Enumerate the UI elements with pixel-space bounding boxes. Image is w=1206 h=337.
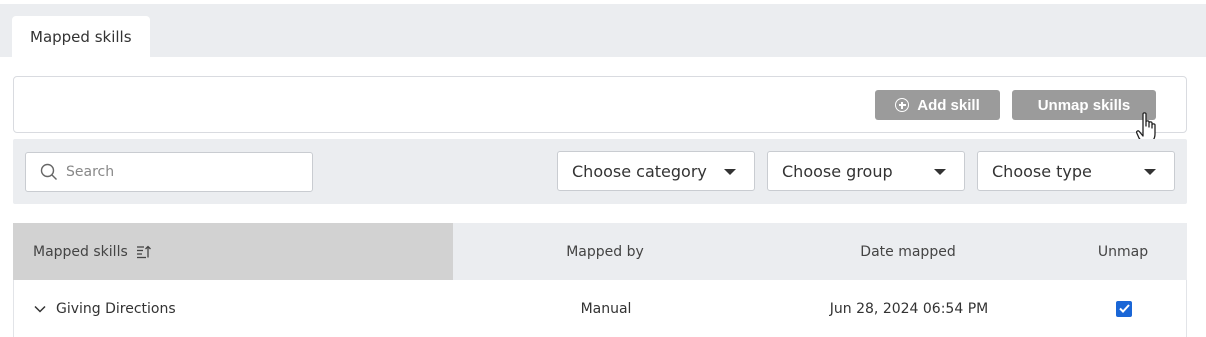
column-header-label: Mapped skills: [33, 243, 128, 260]
mapped-by-cell: Manual: [580, 300, 632, 317]
skills-table: Mapped skills Mapped by Date mapped Unma…: [13, 223, 1187, 337]
add-skill-button[interactable]: Add skill: [875, 90, 1000, 120]
table-header: Mapped skills Mapped by Date mapped Unma…: [13, 223, 1187, 280]
unmap-cell: [1060, 280, 1188, 337]
action-panel: Add skill Unmap skills: [13, 76, 1187, 133]
column-header-mapped-skills[interactable]: Mapped skills: [13, 223, 453, 280]
check-icon: [1118, 304, 1130, 313]
filter-bar: Choose category Choose group Choose type: [13, 139, 1187, 204]
group-dropdown[interactable]: Choose group: [767, 151, 965, 191]
type-dropdown-label: Choose type: [992, 161, 1092, 181]
add-skill-label: Add skill: [917, 96, 980, 114]
unmap-skills-label: Unmap skills: [1037, 96, 1131, 114]
caret-down-icon: [724, 169, 736, 175]
column-header-unmap: Unmap: [1097, 243, 1149, 260]
unmap-skills-button[interactable]: Unmap skills: [1012, 90, 1156, 120]
sort-ascending-icon[interactable]: [136, 245, 152, 259]
tab-mapped-skills[interactable]: Mapped skills: [12, 16, 150, 57]
column-header-date-mapped: Date mapped: [860, 243, 956, 260]
search-icon: [40, 163, 57, 180]
group-dropdown-label: Choose group: [782, 161, 893, 181]
search-input[interactable]: [64, 163, 298, 181]
column-header-mapped-by: Mapped by: [566, 243, 644, 260]
skill-cell: Giving Directions: [34, 280, 176, 337]
chevron-down-icon[interactable]: [34, 305, 46, 313]
plus-circle-icon: [895, 98, 910, 112]
caret-down-icon: [934, 169, 946, 175]
category-dropdown-label: Choose category: [572, 161, 707, 181]
date-mapped-cell: Jun 28, 2024 06:54 PM: [829, 300, 989, 317]
search-box: [25, 152, 313, 192]
caret-down-icon: [1144, 169, 1156, 175]
category-dropdown[interactable]: Choose category: [557, 151, 755, 191]
tab-bar: Mapped skills: [0, 4, 1206, 57]
unmap-checkbox[interactable]: [1116, 300, 1132, 317]
type-dropdown[interactable]: Choose type: [977, 151, 1175, 191]
table-row: Giving Directions Manual Jun 28, 2024 06…: [13, 280, 1187, 337]
skill-name: Giving Directions: [56, 300, 176, 317]
